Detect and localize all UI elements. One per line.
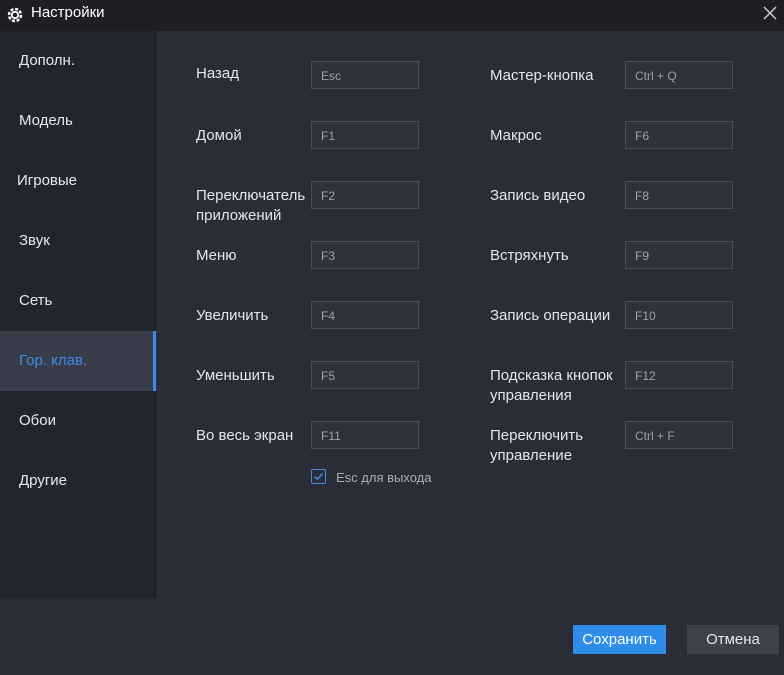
sidebar-item-label: Гор. клав. xyxy=(19,352,88,369)
hotkey-label-zoom-out: Уменьшить xyxy=(196,367,275,384)
hotkey-input-zoom-out[interactable]: F5 xyxy=(311,361,419,389)
sidebar-item-model[interactable]: Модель xyxy=(0,91,156,151)
hotkey-label-switch-control: Переключить управление xyxy=(490,427,584,464)
cancel-button[interactable]: Отмена xyxy=(687,625,779,654)
hotkey-label-menu: Меню xyxy=(196,247,237,264)
hotkey-input-macro[interactable]: F6 xyxy=(625,121,733,149)
dialog-footer xyxy=(0,598,784,675)
sidebar-item-games[interactable]: Игровые xyxy=(0,151,156,211)
sidebar-item-label: Игровые xyxy=(17,172,78,189)
sidebar-item-wallpapers[interactable]: Обои xyxy=(0,391,156,451)
hotkey-input-operation-record[interactable]: F10 xyxy=(625,301,733,329)
hotkey-label-home: Домой xyxy=(196,127,242,144)
title-bar: Настройки xyxy=(0,0,784,31)
hotkey-label-shake: Встряхнуть xyxy=(490,247,569,264)
hotkey-input-master-button[interactable]: Ctrl + Q xyxy=(625,61,733,89)
hotkey-label-macro: Макрос xyxy=(490,127,542,144)
hotkey-input-fullscreen[interactable]: F11 xyxy=(311,421,419,449)
sidebar-item-advanced[interactable]: Дополн. xyxy=(0,31,156,91)
hotkey-input-video-record[interactable]: F8 xyxy=(625,181,733,209)
hotkey-input-switch-control[interactable]: Ctrl + F xyxy=(625,421,733,449)
sidebar-item-network[interactable]: Сеть xyxy=(0,271,156,331)
hotkey-input-shake[interactable]: F9 xyxy=(625,241,733,269)
esc-exit-label: Esc для выхода xyxy=(336,470,432,485)
hotkey-label-fullscreen: Во весь экран xyxy=(196,427,294,444)
hotkey-input-zoom-in[interactable]: F4 xyxy=(311,301,419,329)
save-button[interactable]: Сохранить xyxy=(573,625,666,654)
sidebar-item-label: Дополн. xyxy=(19,52,76,69)
window-title: Настройки xyxy=(31,4,105,21)
hotkey-input-menu[interactable]: F3 xyxy=(311,241,419,269)
sidebar-item-sound[interactable]: Звук xyxy=(0,211,156,271)
sidebar-item-label: Модель xyxy=(19,112,73,129)
sidebar-item-label: Звук xyxy=(19,232,50,249)
sidebar-item-hotkeys[interactable]: Гор. клав. xyxy=(0,331,156,391)
sidebar-item-label: Обои xyxy=(19,412,56,429)
close-icon[interactable] xyxy=(760,3,780,23)
sidebar-item-label: Сеть xyxy=(19,292,53,309)
hotkey-label-master-button: Мастер-кнопка xyxy=(490,67,594,84)
hotkey-label-control-hints: Подсказка кнопок управления xyxy=(490,367,613,404)
hotkey-input-back[interactable]: Esc xyxy=(311,61,419,89)
hotkey-label-back: Назад xyxy=(196,65,239,82)
esc-exit-checkbox[interactable] xyxy=(311,469,326,484)
hotkey-input-control-hints[interactable]: F12 xyxy=(625,361,733,389)
hotkey-input-app-switcher[interactable]: F2 xyxy=(311,181,419,209)
settings-sidebar: Дополн. Модель Игровые Звук Сеть Гор. кл… xyxy=(0,31,156,598)
gear-icon xyxy=(7,7,23,23)
sidebar-item-other[interactable]: Другие xyxy=(0,451,156,511)
hotkey-label-zoom-in: Увеличить xyxy=(196,307,269,324)
hotkey-label-app-switcher: Переключатель приложений xyxy=(196,187,306,224)
hotkey-label-operation-record: Запись операции xyxy=(490,307,611,324)
sidebar-item-label: Другие xyxy=(19,472,68,489)
hotkey-input-home[interactable]: F1 xyxy=(311,121,419,149)
hotkey-label-video-record: Запись видео xyxy=(490,187,586,204)
